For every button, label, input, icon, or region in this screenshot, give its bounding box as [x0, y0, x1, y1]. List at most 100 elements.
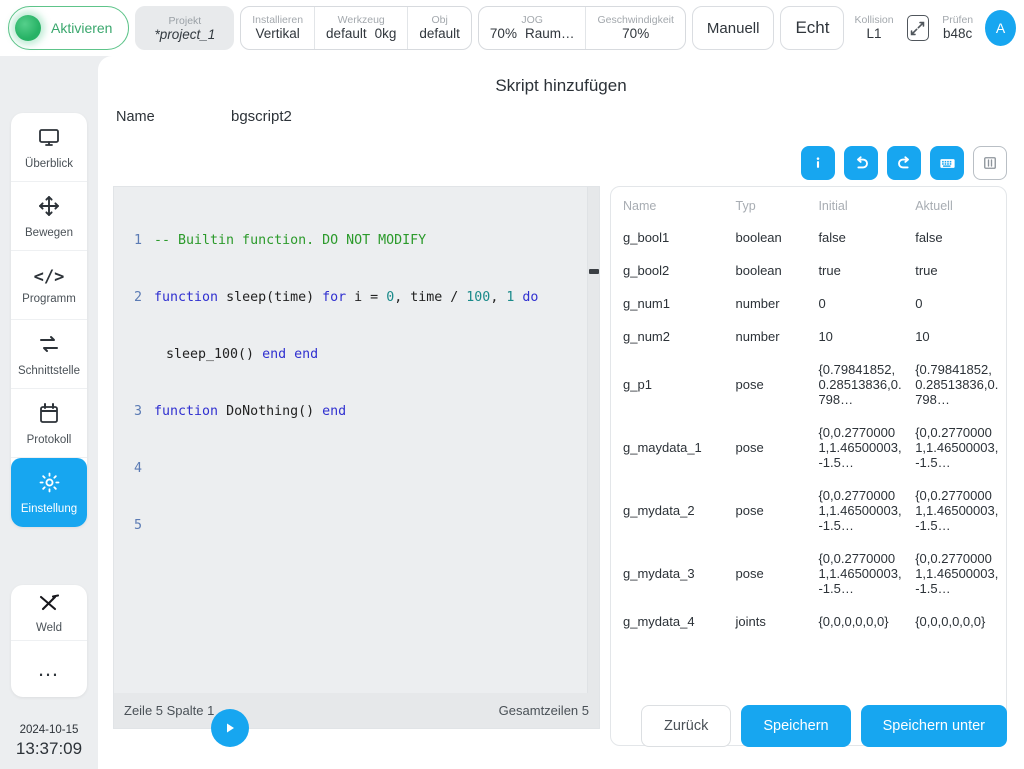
save-as-button[interactable]: Speichern unter [860, 705, 1007, 747]
footer-actions: Zurück Speichern Speichern unter [641, 705, 1007, 747]
var-current: {0,0.27700001,1.46500003,-1.5… [915, 425, 999, 470]
column-header-initial: Initial [818, 199, 848, 213]
sidebar-item-label: Einstellung [20, 502, 78, 515]
var-name: g_bool2 [623, 263, 670, 278]
var-name: g_mydata_3 [623, 566, 695, 581]
code-token: end [322, 404, 347, 419]
var-type: number [735, 296, 780, 311]
var-name: g_mydata_4 [623, 614, 695, 629]
table-row[interactable]: g_num2 number 10 10 [611, 320, 1006, 353]
var-initial: true [818, 263, 841, 278]
editor-scrollbar[interactable] [587, 187, 599, 693]
sidebar-nav-card: Überblick Bewegen </> Programm Schnittst… [11, 113, 87, 527]
sidebar-item-protokoll[interactable]: Protokoll [11, 389, 87, 458]
var-name: g_num1 [623, 296, 670, 311]
sidebar-item-programm[interactable]: </> Programm [11, 251, 87, 320]
sidebar: Überblick Bewegen </> Programm Schnittst… [0, 56, 98, 769]
keyboard-icon[interactable] [930, 146, 964, 180]
tool-cell[interactable]: Werkzeug default 0kg [314, 7, 407, 49]
monitor-icon [37, 125, 61, 154]
var-initial: 0 [818, 296, 826, 311]
sidebar-item-label: Überblick [25, 157, 73, 170]
collision-label: Kollision [854, 14, 894, 26]
sidebar-item-bewegen[interactable]: Bewegen [11, 182, 87, 251]
jog-speed-group: JOG 70% Raum… Geschwindigkeit 70% [477, 6, 686, 50]
name-row: Name bgscript2 [116, 108, 292, 125]
code-editor[interactable]: 1 -- Builtin function. DO NOT MODIFY 2 fun… [113, 186, 600, 693]
var-current: false [915, 230, 943, 245]
sidebar-item-schnittstelle[interactable]: Schnittstelle [11, 320, 87, 389]
obj-label: Obj [431, 14, 448, 26]
table-row[interactable]: g_mydata_2 pose {0,0.27700001,1.46500003,-… [611, 479, 1006, 542]
code-token: function [154, 404, 227, 419]
save-button[interactable]: Speichern [741, 705, 851, 747]
code-token: for [322, 290, 355, 305]
check-value: b48c [943, 26, 973, 41]
speed-label: Geschwindigkeit [597, 14, 674, 26]
sidebar-item-label: Weld [36, 622, 62, 634]
table-row[interactable]: g_bool2 boolean true true [611, 254, 1006, 287]
code-token: i = [354, 290, 387, 305]
code-token: function [154, 290, 227, 305]
jog-label: JOG [521, 14, 543, 26]
line-number: 2 [133, 290, 142, 305]
var-initial: {0.79841852,0.28513836,0.798… [818, 362, 902, 407]
code-content[interactable]: 1 -- Builtin function. DO NOT MODIFY 2 fun… [114, 187, 599, 573]
var-initial: false [818, 230, 846, 245]
jog-cell[interactable]: JOG 70% Raum… [479, 7, 586, 49]
var-type: joints [735, 614, 766, 629]
variables-table: Name Typ Initial Aktuell g_bool1 boolean f… [611, 187, 1006, 638]
clock-date: 2024-10-15 [19, 724, 79, 736]
info-icon[interactable] [801, 146, 835, 180]
var-current: 10 [915, 329, 930, 344]
table-header-row: Name Typ Initial Aktuell [611, 187, 1006, 221]
obj-cell[interactable]: Obj default [407, 7, 471, 49]
var-name: g_num2 [623, 329, 670, 344]
activate-button[interactable]: Aktivieren [8, 6, 130, 50]
var-current: {0,0.27700001,1.46500003,-1.5… [915, 551, 999, 596]
table-row[interactable]: g_p1 pose {0.79841852,0.28513836,0.798… {0.… [611, 353, 1006, 416]
var-current: {0,0,0,0,0,0} [915, 614, 986, 629]
sidebar-item-more[interactable]: … [11, 641, 87, 697]
run-button[interactable] [211, 709, 249, 747]
table-row[interactable]: g_num1 number 0 0 [611, 287, 1006, 320]
mode-manual-button[interactable]: Manuell [691, 6, 775, 50]
table-row[interactable]: g_bool1 boolean false false [611, 221, 1006, 254]
panel-columns-icon[interactable] [973, 146, 1007, 180]
jog-percent: 70% [489, 26, 517, 41]
avatar[interactable]: A [985, 10, 1016, 46]
table-row[interactable]: g_maydata_1 pose {0,0.27700001,1.46500003,… [611, 416, 1006, 479]
line-number: 4 [133, 461, 142, 476]
code-token: 100 [466, 290, 491, 305]
code-token: , [490, 290, 507, 305]
editor-scrollbar-thumb[interactable] [589, 269, 599, 274]
back-button[interactable]: Zurück [641, 705, 732, 747]
play-icon [227, 723, 234, 733]
sidebar-item-label: Protokoll [26, 433, 72, 446]
speed-cell[interactable]: Geschwindigkeit 70% [585, 7, 684, 49]
install-value: Vertikal [255, 26, 300, 41]
var-current: {0,0.27700001,1.46500003,-1.5… [915, 488, 999, 533]
install-cell[interactable]: Installieren Vertikal [241, 7, 314, 49]
install-tool-obj-group: Installieren Vertikal Werkzeug default 0… [240, 6, 472, 50]
script-name-field[interactable]: bgscript2 [231, 108, 292, 125]
redo-icon[interactable] [887, 146, 921, 180]
fullscreen-expand-icon[interactable] [906, 15, 930, 41]
sidebar-item-uberblick[interactable]: Überblick [11, 113, 87, 182]
status-indicator-icon [15, 15, 41, 41]
sidebar-item-label: Schnittstelle [17, 364, 80, 377]
project-selector[interactable]: Projekt *project_1 [135, 6, 235, 50]
code-token: , time / [394, 290, 467, 305]
code-line: 5 [114, 516, 599, 535]
project-label: Projekt [168, 14, 202, 27]
undo-icon[interactable] [844, 146, 878, 180]
line-number: 3 [133, 404, 142, 419]
mode-real-button[interactable]: Echt [780, 6, 845, 50]
table-row[interactable]: g_mydata_4 joints {0,0,0,0,0,0} {0,0,0,0,0,… [611, 605, 1006, 638]
weld-icon [36, 591, 62, 620]
calendar-icon [37, 401, 61, 430]
sidebar-item-einstellung[interactable]: Einstellung [11, 458, 87, 527]
sidebar-item-weld[interactable]: Weld [11, 585, 87, 641]
editor-status-bar: Zeile 5 Spalte 1 Gesamtzeilen 5 [113, 693, 600, 729]
table-row[interactable]: g_mydata_3 pose {0,0.27700001,1.46500003,-… [611, 542, 1006, 605]
